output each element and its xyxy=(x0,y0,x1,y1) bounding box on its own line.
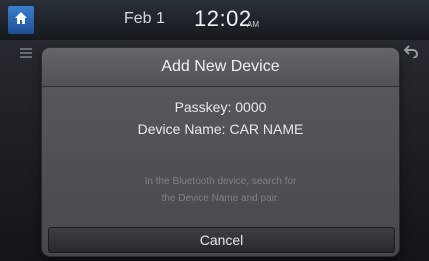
status-bar: Feb 1 12:02 AM xyxy=(0,0,429,41)
pairing-hint-line-2: the Device Name and pair. xyxy=(161,193,280,204)
home-button[interactable] xyxy=(8,6,34,34)
device-name-line: Device Name: CAR NAME xyxy=(42,121,399,137)
dialog-body: Passkey: 0000 Device Name: CAR NAME In t… xyxy=(42,87,399,221)
time-display: 12:02 xyxy=(194,6,252,31)
add-device-dialog: Add New Device Passkey: 0000 Device Name… xyxy=(42,48,399,256)
passkey-label: Passkey: xyxy=(174,99,232,115)
ampm-indicator: AM xyxy=(247,20,259,29)
back-arrow-icon[interactable] xyxy=(403,44,419,59)
pairing-hint: In the Bluetooth device, search for the … xyxy=(82,173,359,207)
dialog-title: Add New Device xyxy=(42,48,399,87)
pairing-hint-line-1: In the Bluetooth device, search for xyxy=(144,176,297,187)
passkey-value: 0000 xyxy=(235,99,267,115)
grid-menu-icon xyxy=(20,48,32,58)
passkey-line: Passkey: 0000 xyxy=(42,99,399,115)
device-name-label: Device Name: xyxy=(137,121,226,137)
cancel-button[interactable]: Cancel xyxy=(48,227,395,253)
head-unit-screen: Feb 1 12:02 AM Add New Device Passkey: 0… xyxy=(0,0,429,261)
home-icon xyxy=(14,11,28,30)
device-name-value: CAR NAME xyxy=(229,121,304,137)
date-display: Feb 1 xyxy=(124,10,165,27)
